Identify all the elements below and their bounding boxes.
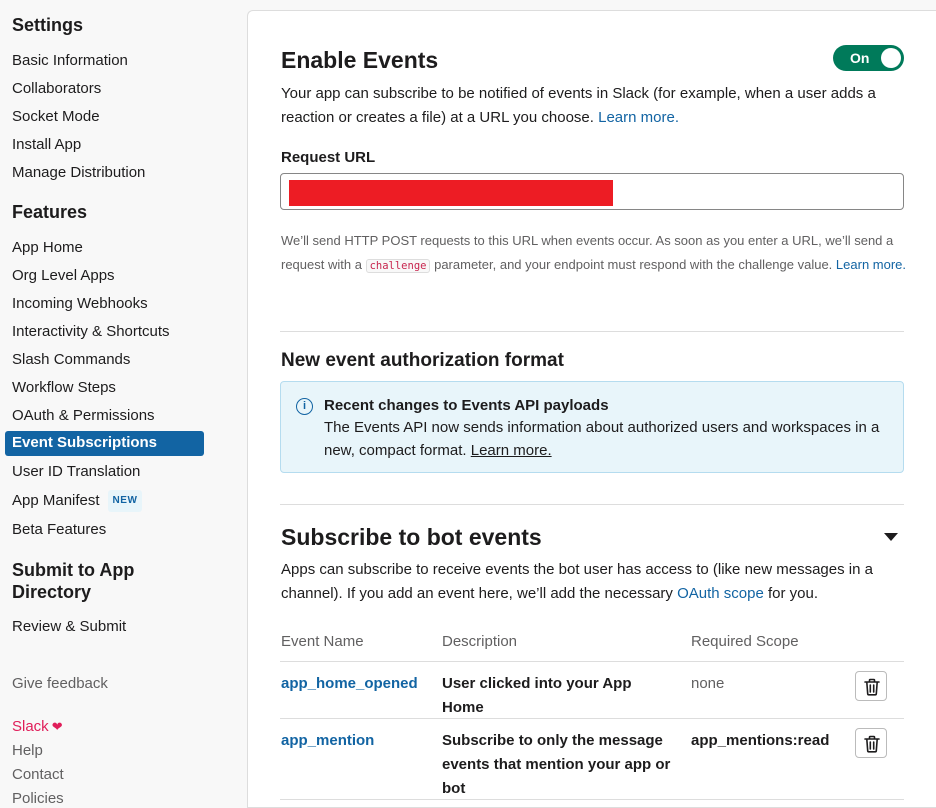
sidebar-heading-submit-line2: Directory: [12, 582, 92, 602]
delete-event-button[interactable]: [855, 671, 887, 701]
sidebar-item-user-id-translation[interactable]: User ID Translation: [12, 462, 140, 482]
event-description: User clicked into your App Home: [442, 675, 632, 716]
sidebar-item-manage-distribution[interactable]: Manage Distribution: [12, 163, 145, 183]
notice-learn-more-link[interactable]: Learn more.: [471, 442, 552, 459]
request-url-help: We’ll send HTTP POST requests to this UR…: [281, 229, 906, 278]
sidebar-item-event-subscriptions[interactable]: Event Subscriptions: [5, 431, 204, 456]
slack-link[interactable]: Slack ❤: [12, 717, 63, 737]
sidebar-item-beta-features[interactable]: Beta Features: [12, 520, 106, 540]
sidebar-item-collaborators[interactable]: Collaborators: [12, 79, 101, 99]
notice-body: The Events API now sends information abo…: [324, 416, 884, 462]
event-scope: none: [691, 675, 725, 692]
enable-events-toggle[interactable]: On: [833, 45, 904, 71]
bot-desc-end: for you.: [767, 585, 819, 602]
sidebar-item-app-manifest[interactable]: App Manifest NEW: [12, 490, 143, 512]
column-header-required-scope: Required Scope: [691, 633, 799, 650]
info-icon: i: [296, 398, 313, 415]
sidebar-item-workflow-steps[interactable]: Workflow Steps: [12, 378, 116, 398]
oauth-scope-link[interactable]: OAuth scope: [677, 585, 764, 602]
divider: [280, 331, 904, 332]
sidebar-item-label: App Manifest: [12, 492, 100, 509]
sidebar-item-socket-mode[interactable]: Socket Mode: [12, 107, 100, 127]
redacted-url: [289, 180, 613, 206]
sidebar-item-slash-commands[interactable]: Slash Commands: [12, 350, 130, 370]
auth-format-title: New event authorization format: [281, 350, 564, 371]
row-divider: [280, 799, 904, 800]
delete-event-button[interactable]: [855, 728, 887, 758]
sidebar-item-org-level-apps[interactable]: Org Level Apps: [12, 266, 115, 286]
sidebar-heading-submit-line1: Submit to App: [12, 560, 135, 580]
divider: [280, 504, 904, 505]
sidebar-item-review-submit[interactable]: Review & Submit: [12, 617, 126, 637]
enable-events-title: Enable Events: [281, 47, 439, 73]
bot-events-description: Apps can subscribe to receive events the…: [281, 558, 906, 606]
sidebar-heading-settings: Settings: [12, 15, 84, 35]
collapse-caret-icon[interactable]: [884, 533, 898, 541]
give-feedback-link[interactable]: Give feedback: [12, 674, 108, 694]
bot-events-title[interactable]: Subscribe to bot events: [281, 523, 542, 551]
help-link[interactable]: Help: [12, 741, 43, 761]
sidebar-heading-features: Features: [12, 202, 88, 222]
column-header-event-name: Event Name: [281, 633, 364, 650]
description-text: Your app can subscribe to be notified of…: [281, 85, 876, 126]
notice-body-text: The Events API now sends information abo…: [324, 419, 880, 459]
column-header-description: Description: [442, 633, 518, 650]
new-badge: NEW: [107, 490, 143, 512]
help-learn-more-link[interactable]: Learn more.: [836, 257, 906, 272]
toggle-knob: [881, 48, 901, 68]
request-url-label: Request URL: [281, 149, 376, 166]
event-description: Subscribe to only the message events tha…: [442, 732, 671, 797]
sidebar-item-install-app[interactable]: Install App: [12, 135, 81, 155]
event-scope: app_mentions:read: [691, 732, 830, 749]
trash-icon: [864, 735, 880, 753]
sidebar: Settings Basic Information Collaborators…: [0, 0, 246, 808]
row-divider: [280, 718, 904, 719]
sidebar-item-incoming-webhooks[interactable]: Incoming Webhooks: [12, 294, 148, 314]
sidebar-item-app-home[interactable]: App Home: [12, 238, 83, 258]
sidebar-item-interactivity-shortcuts[interactable]: Interactivity & Shortcuts: [12, 322, 170, 342]
enable-events-description: Your app can subscribe to be notified of…: [281, 82, 911, 130]
event-name-app-mention[interactable]: app_mention: [281, 729, 374, 753]
policies-link[interactable]: Policies: [12, 789, 64, 808]
slack-label: Slack: [12, 718, 49, 735]
main-panel: Enable Events On Your app can subscribe …: [247, 10, 936, 808]
request-url-input[interactable]: [280, 173, 904, 210]
learn-more-link[interactable]: Learn more.: [598, 109, 679, 126]
heart-icon: ❤: [51, 719, 63, 734]
payload-changes-notice: i Recent changes to Events API payloads …: [280, 381, 904, 473]
sidebar-item-basic-information[interactable]: Basic Information: [12, 51, 128, 71]
challenge-code: challenge: [365, 259, 431, 273]
help-text-part2: parameter, and your endpoint must respon…: [434, 257, 833, 272]
sidebar-item-oauth-permissions[interactable]: OAuth & Permissions: [12, 406, 155, 426]
row-divider: [280, 661, 904, 662]
contact-link[interactable]: Contact: [12, 765, 64, 785]
toggle-label: On: [850, 50, 870, 66]
notice-title: Recent changes to Events API payloads: [324, 397, 609, 414]
trash-icon: [864, 678, 880, 696]
event-name-app-home-opened[interactable]: app_home_opened: [281, 672, 418, 696]
